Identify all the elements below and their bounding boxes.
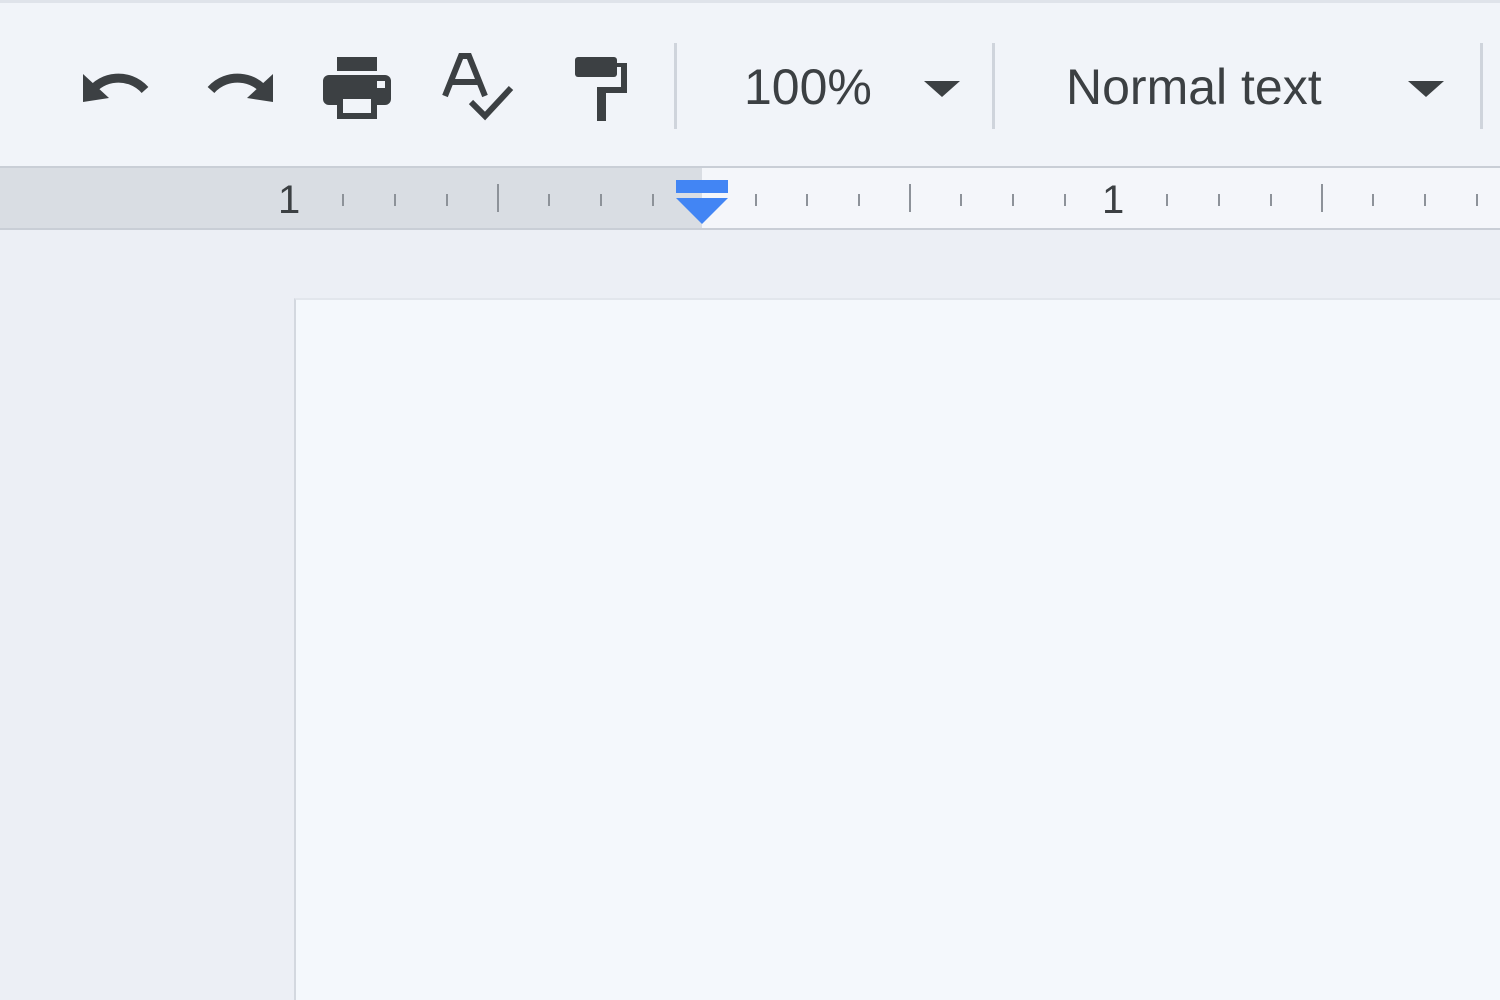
- paint-format-icon: [575, 57, 627, 121]
- ruler-tick: [960, 194, 962, 206]
- ruler-tick: [1166, 194, 1168, 206]
- ruler-tick: [1321, 184, 1323, 212]
- undo-icon: [83, 73, 149, 102]
- toolbar-separator: [674, 43, 677, 129]
- ruler-tick: [1270, 194, 1272, 206]
- indent-marker[interactable]: [676, 180, 728, 228]
- ruler-tick: [652, 194, 654, 206]
- toolbar: 100% Normal text: [0, 0, 1500, 166]
- ruler-tick: [1424, 194, 1426, 206]
- ruler-tick: [1476, 194, 1478, 206]
- undo-button[interactable]: [72, 43, 162, 133]
- ruler-tick: [600, 194, 602, 206]
- ruler-tick: [1372, 194, 1374, 206]
- document-canvas: [0, 230, 1500, 1000]
- ruler-tick: [909, 184, 911, 212]
- toolbar-separator: [1480, 43, 1483, 129]
- ruler-tick: [806, 194, 808, 206]
- zoom-value: 100%: [744, 59, 872, 115]
- toolbar-separator: [992, 43, 995, 129]
- print-icon: [323, 57, 391, 119]
- redo-button[interactable]: [194, 43, 284, 133]
- chevron-down-icon: [1408, 81, 1444, 97]
- ruler-tick: [394, 194, 396, 206]
- print-button[interactable]: [312, 43, 402, 133]
- ruler-tick: [446, 194, 448, 206]
- redo-icon: [207, 73, 273, 102]
- document-page[interactable]: [294, 298, 1500, 1000]
- style-value: Normal text: [1066, 59, 1322, 115]
- ruler-label: 1: [278, 178, 301, 222]
- ruler-tick: [497, 184, 499, 212]
- ruler-label: 1: [1102, 178, 1125, 222]
- ruler-tick: [1218, 194, 1220, 206]
- ruler-tick: [548, 194, 550, 206]
- spellcheck-button[interactable]: [434, 43, 524, 133]
- ruler-tick: [342, 194, 344, 206]
- paragraph-style-select[interactable]: Normal text: [1010, 43, 1480, 131]
- spellcheck-icon: [442, 53, 514, 121]
- ruler[interactable]: 1 1: [0, 166, 1500, 230]
- ruler-tick: [755, 194, 757, 206]
- ruler-margin: [0, 168, 702, 228]
- ruler-tick: [1012, 194, 1014, 206]
- paint-format-button[interactable]: [556, 43, 646, 133]
- ruler-tick: [1064, 194, 1066, 206]
- docs-editor: 100% Normal text 1 1: [0, 0, 1500, 1000]
- ruler-tick: [858, 194, 860, 206]
- chevron-down-icon: [924, 81, 960, 97]
- zoom-select[interactable]: 100%: [700, 43, 990, 131]
